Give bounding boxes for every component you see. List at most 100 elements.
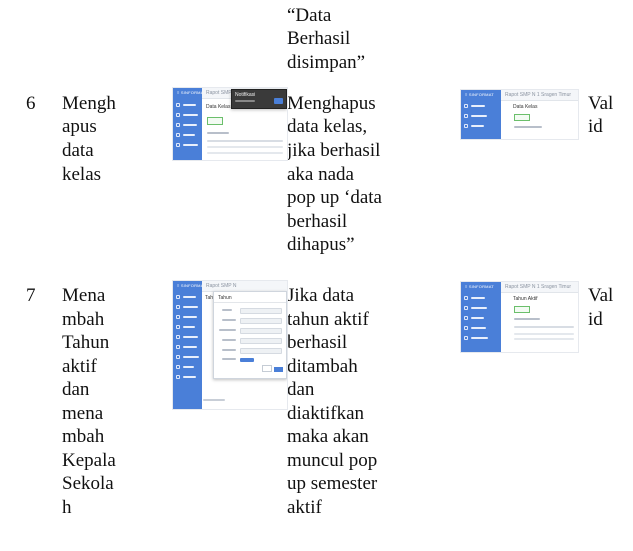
menu-icon — [176, 345, 180, 349]
row6-screenshot-after: ≡ SINFORMAT Rapot SMP N 1 Sragen Timur D… — [460, 89, 579, 140]
menu-icon — [176, 335, 180, 339]
sidebar-item — [464, 124, 488, 129]
sidebar-item — [176, 335, 200, 340]
menu-icon — [176, 365, 180, 369]
sidebar-item — [464, 306, 488, 311]
menu-icon — [176, 113, 180, 117]
row6-scenario-line: data — [62, 140, 94, 161]
sidebar-item — [176, 315, 200, 320]
sidebar-item — [176, 123, 200, 128]
row6-expected-line: pop up ‘data — [287, 187, 382, 208]
prev-expected-line-3: disimpan” — [287, 52, 366, 73]
row6-expected-line: berhasil — [287, 211, 348, 232]
row7-expected-line: tahun aktif — [287, 309, 369, 330]
menu-icon — [176, 143, 180, 147]
row7-expected-line: up semester — [287, 473, 378, 494]
brand-logo: ≡ SINFORMAT — [465, 284, 494, 289]
sidebar-item — [464, 326, 488, 331]
row7-expected-line: maka akan — [287, 426, 369, 447]
row6-screenshot-before: ≡ SINFORMAT Rapot SMP N Data Kelas Notif… — [172, 87, 288, 161]
row7-number: 7 — [26, 285, 36, 306]
add-button — [207, 117, 223, 125]
row7-scenario-line: Tahun — [62, 332, 110, 353]
sidebar-item — [464, 114, 488, 119]
save-button — [274, 367, 283, 372]
add-button — [514, 306, 530, 313]
row7-scenario-line: Sekola — [62, 473, 114, 494]
sidebar-item — [176, 305, 200, 310]
prev-expected-line-2: Berhasil — [287, 28, 351, 49]
row6-result-line: id — [588, 116, 603, 137]
menu-icon — [464, 104, 468, 108]
menu-icon — [464, 124, 468, 128]
row7-expected-line: Jika data — [287, 285, 355, 306]
row7-expected-line: dan — [287, 379, 315, 400]
menu-icon — [464, 326, 468, 330]
sidebar-item — [464, 296, 488, 301]
topbar-title: Rapot SMP N 1 Sragen Timur — [505, 284, 572, 290]
row7-expected-line: ditambah — [287, 356, 358, 377]
sidebar-item — [176, 113, 200, 118]
row6-result-line: Val — [588, 93, 614, 114]
menu-icon — [176, 315, 180, 319]
menu-icon — [464, 114, 468, 118]
row6-scenario-line: Mengh — [62, 93, 116, 114]
sidebar: ≡ SINFORMAT — [461, 282, 501, 352]
add-button — [514, 114, 530, 121]
row7-scenario-line: aktif — [62, 356, 97, 377]
sidebar-item — [464, 336, 488, 341]
row6-scenario-line: kelas — [62, 164, 102, 185]
notification-dialog: Notifikasi — [231, 89, 287, 109]
ok-button — [274, 98, 283, 104]
menu-icon — [464, 316, 468, 320]
sidebar: ≡ SINFORMAT — [461, 90, 501, 139]
menu-icon — [176, 123, 180, 127]
row6-scenario-line: apus — [62, 116, 97, 137]
page-title: Tahun Aktif — [513, 296, 538, 302]
row7-result-line: Val — [588, 285, 614, 306]
row6-expected-line: aka nada — [287, 164, 354, 185]
row7-screenshot-result: ≡ SINFORMAT Rapot SMP N 1 Sragen Timur T… — [460, 281, 579, 353]
row7-scenario-line: h — [62, 497, 72, 518]
row7-scenario-line: mbah — [62, 309, 105, 330]
row7-expected-line: berhasil — [287, 332, 348, 353]
row7-scenario-line: Mena — [62, 285, 106, 306]
sidebar-item — [176, 375, 200, 380]
row6-expected-line: jika berhasil — [287, 140, 381, 161]
menu-icon — [176, 355, 180, 359]
menu-icon — [464, 336, 468, 340]
page-title: Data Kelas — [513, 104, 538, 110]
sidebar: ≡ SINFORMAT — [173, 281, 206, 409]
row6-expected-line: dihapus” — [287, 234, 355, 255]
menu-icon — [176, 305, 180, 309]
sidebar-item — [176, 103, 200, 108]
row7-expected-line: muncul pop — [287, 450, 378, 471]
row7-scenario-line: Kepala — [62, 450, 116, 471]
sidebar-item — [176, 143, 200, 148]
sidebar-item — [176, 295, 200, 300]
topbar: Rapot SMP N 1 Sragen Timur — [501, 90, 578, 101]
sidebar-item — [176, 325, 200, 330]
add-year-dialog: Tahun — [213, 291, 287, 379]
menu-icon — [176, 375, 180, 379]
row7-screenshot-form: ≡ SINFORMAT Rapot SMP N Tahun Tahun — [172, 280, 288, 410]
row7-expected-line: aktif — [287, 497, 322, 518]
menu-icon — [176, 325, 180, 329]
dialog-title: Notifikasi — [235, 92, 256, 98]
dialog-title: Tahun — [218, 295, 232, 301]
row7-result-line: id — [588, 309, 603, 330]
cancel-button — [262, 365, 272, 372]
topbar-title: Rapot SMP N — [206, 283, 237, 289]
topbar: Rapot SMP N 1 Sragen Timur — [501, 282, 578, 293]
sidebar-item — [464, 104, 488, 109]
row6-number: 6 — [26, 93, 36, 114]
menu-icon — [464, 296, 468, 300]
sidebar-item — [176, 345, 200, 350]
row6-expected-line: Menghapus — [287, 93, 376, 114]
menu-icon — [176, 133, 180, 137]
row7-scenario-line: dan — [62, 379, 90, 400]
sidebar-item — [176, 355, 200, 360]
page-title: Data Kelas — [206, 104, 231, 110]
menu-icon — [176, 295, 180, 299]
sidebar: ≡ SINFORMAT — [173, 88, 206, 160]
